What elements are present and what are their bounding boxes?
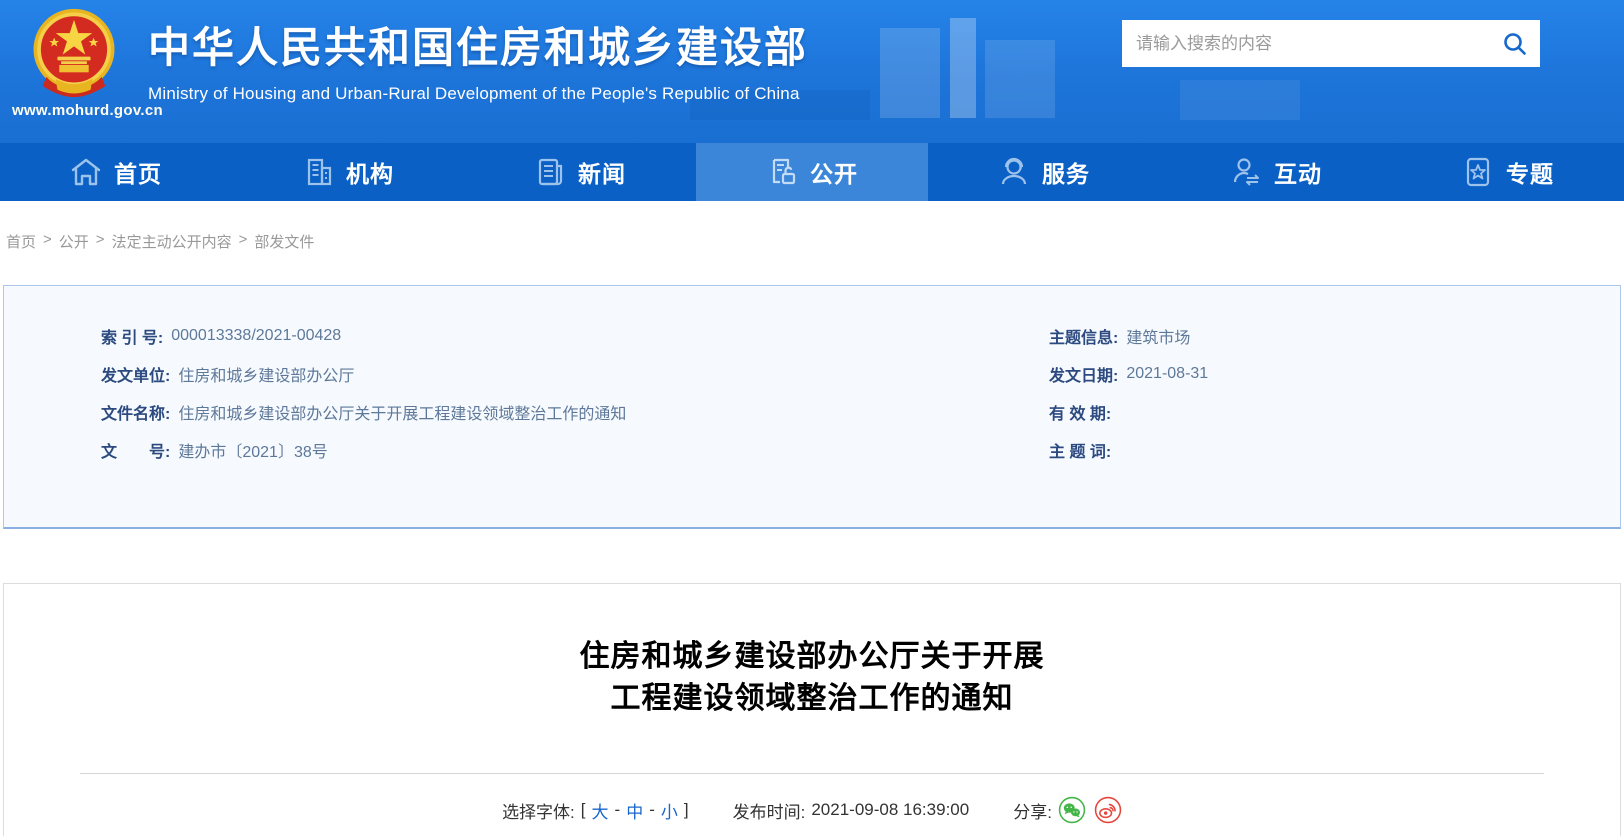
meta-value: 000013338/2021-00428 [171, 327, 342, 344]
home-icon [71, 158, 101, 186]
font-size-small-link[interactable]: 小 [661, 798, 678, 823]
meta-row-index-number: 索 引 号: 000013338/2021-00428 [101, 317, 1024, 355]
article-title: 住房和城乡建设部办公厅关于开展 工程建设领域整治工作的通知 [4, 636, 1620, 720]
share-wechat-icon[interactable] [1058, 796, 1086, 824]
meta-row-topic-info: 主题信息: 建筑市场 [1049, 317, 1620, 355]
meta-label: 主 题 词: [1049, 444, 1112, 461]
meta-label: 发文日期: [1049, 368, 1119, 385]
breadcrumb-separator: > [238, 231, 248, 248]
meta-value: 住房和城乡建设部办公厅 [178, 368, 355, 385]
font-size-dash: - [614, 800, 621, 819]
meta-value: 建办市〔2021〕38号 [178, 444, 328, 461]
news-icon [538, 158, 563, 186]
nav-item-news[interactable]: 新闻 [464, 143, 696, 201]
meta-value: 建筑市场 [1126, 330, 1191, 347]
publish-time-label: 发布时间: [732, 802, 806, 822]
disclosure-icon [772, 158, 796, 185]
publish-time-value: 2021-09-08 16:39:00 [811, 800, 970, 819]
site-url: www.mohurd.gov.cn [12, 102, 163, 119]
share-weibo-icon[interactable] [1094, 796, 1122, 824]
document-metadata-box: 索 引 号: 000013338/2021-00428 发文单位: 住房和城乡建… [3, 285, 1621, 529]
font-size-medium-link[interactable]: 中 [626, 798, 643, 823]
font-size-label: 选择字体: [502, 802, 575, 822]
share-label: 分享: [1013, 802, 1052, 822]
article-toolbar: 选择字体: [ 大 - 中 - 小 ] 发布时间: 2021-09-08 16:… [4, 774, 1620, 824]
breadcrumb-home[interactable]: 首页 [6, 231, 36, 252]
meta-row-validity: 有 效 期: [1049, 393, 1620, 431]
article-box: 住房和城乡建设部办公厅关于开展 工程建设领域整治工作的通知 选择字体: [ 大 … [3, 583, 1621, 836]
breadcrumb-separator: > [43, 231, 52, 248]
publish-time-group: 发布时间: 2021-09-08 16:39:00 [733, 798, 970, 823]
nav-item-home[interactable]: 首页 [0, 143, 232, 201]
nav-label: 新闻 [578, 161, 626, 187]
breadcrumb-disclosure[interactable]: 公开 [59, 231, 89, 252]
breadcrumb: 首页 > 公开 > 法定主动公开内容 > 部发文件 [0, 201, 1624, 285]
article-title-line1: 住房和城乡建设部办公厅关于开展 [579, 640, 1045, 673]
article-title-line2: 工程建设领域整治工作的通知 [610, 682, 1014, 715]
site-title-english: Ministry of Housing and Urban-Rural Deve… [148, 84, 800, 103]
search-input[interactable] [1122, 20, 1490, 67]
meta-row-keywords: 主 题 词: [1049, 431, 1620, 469]
main-nav: 首页 机构 新闻 公开 服务 互动 专题 [0, 143, 1624, 201]
bracket-close: ] [683, 800, 689, 819]
building-icon [307, 158, 332, 186]
meta-value: 2021-08-31 [1126, 365, 1209, 382]
nav-label: 专题 [1506, 161, 1554, 187]
meta-label: 文件名称: [101, 406, 171, 423]
search-icon [1504, 32, 1526, 55]
breadcrumb-separator: > [95, 231, 105, 248]
nav-label: 服务 [1042, 161, 1090, 187]
interaction-icon [1233, 158, 1259, 186]
header-photo-texture [950, 18, 976, 118]
nav-label: 机构 [346, 161, 394, 187]
nav-label: 首页 [114, 161, 162, 187]
meta-label: 有 效 期: [1049, 406, 1112, 423]
site-header: www.mohurd.gov.cn 中华人民共和国住房和城乡建设部 Minist… [0, 0, 1624, 143]
topics-star-icon [1466, 157, 1490, 187]
nav-label: 公开 [810, 161, 858, 187]
meta-row-document-title: 文件名称: 住房和城乡建设部办公厅关于开展工程建设领域整治工作的通知 [101, 393, 1024, 431]
share-group: 分享: [1013, 796, 1122, 824]
search-button[interactable] [1490, 20, 1540, 67]
meta-row-issue-date: 发文日期: 2021-08-31 [1049, 355, 1620, 393]
nav-item-topics[interactable]: 专题 [1392, 143, 1624, 201]
site-title-chinese: 中华人民共和国住房和城乡建设部 [148, 24, 809, 71]
national-emblem-logo [33, 8, 115, 98]
meta-label: 主题信息: [1049, 330, 1119, 347]
service-headset-icon [1001, 157, 1027, 185]
nav-item-services[interactable]: 服务 [928, 143, 1160, 201]
meta-label: 索 引 号: [101, 330, 164, 347]
header-photo-texture [1180, 80, 1300, 120]
bracket-open: [ [580, 800, 586, 819]
nav-item-interaction[interactable]: 互动 [1160, 143, 1392, 201]
header-photo-texture [985, 40, 1055, 118]
meta-label: 发文单位: [101, 368, 171, 385]
meta-row-document-number: 文 号: 建办市〔2021〕38号 [101, 431, 1024, 469]
nav-item-disclosure[interactable]: 公开 [696, 143, 928, 201]
font-size-dash: - [649, 800, 655, 819]
nav-item-organization[interactable]: 机构 [232, 143, 464, 201]
meta-label: 文 号: [101, 444, 171, 461]
breadcrumb-ministry-documents[interactable]: 部发文件 [254, 231, 314, 252]
font-size-large-link[interactable]: 大 [592, 798, 609, 823]
meta-row-issuing-agency: 发文单位: 住房和城乡建设部办公厅 [101, 355, 1024, 393]
breadcrumb-statutory-content[interactable]: 法定主动公开内容 [112, 231, 232, 252]
meta-value: 住房和城乡建设部办公厅关于开展工程建设领域整治工作的通知 [178, 406, 627, 423]
nav-label: 互动 [1274, 161, 1322, 187]
search-box [1122, 20, 1540, 67]
header-photo-texture [880, 28, 940, 118]
font-size-selector: 选择字体: [ 大 - 中 - 小 ] [502, 798, 689, 823]
